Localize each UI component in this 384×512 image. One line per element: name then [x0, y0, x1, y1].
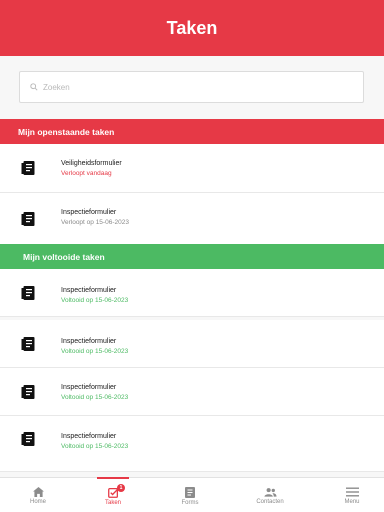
nav-label: Forms [181, 500, 199, 506]
document-icon [21, 161, 35, 175]
nav-label: Contacten [256, 499, 284, 505]
task-row[interactable]: Inspectieformulier Voltooid op 15-06-202… [0, 368, 384, 416]
home-icon [32, 487, 44, 497]
nav-item-home[interactable]: Home [8, 478, 68, 512]
nav-item-tasks[interactable]: 1 Taken [83, 477, 143, 512]
menu-icon [345, 487, 359, 497]
task-row[interactable]: Inspectieformulier Verloopt op 15-06-202… [0, 193, 384, 244]
section-title: Mijn voltooide taken [23, 251, 105, 262]
section-title: Mijn openstaande taken [18, 126, 115, 137]
task-status: Verloopt op 15-06-2023 [61, 219, 129, 226]
page-title: Taken [166, 17, 218, 38]
nav-item-menu[interactable]: Menu [322, 478, 382, 512]
nav-label: Menu [344, 499, 360, 505]
search-icon [30, 83, 38, 91]
task-name: Inspectieformulier [61, 287, 117, 294]
task-status: Voltooid op 15-06-2023 [61, 348, 129, 355]
task-name: Veiligheidsformulier [61, 160, 122, 167]
document-icon [21, 285, 35, 300]
app-header: Taken [0, 0, 384, 56]
task-status: Verloopt vandaag [61, 170, 112, 177]
task-name: Inspectieformulier [61, 433, 117, 440]
task-row[interactable]: Inspectieformulier Voltooid op 15-06-202… [0, 416, 384, 472]
search-area [0, 56, 384, 119]
notification-badge: 1 [117, 484, 125, 492]
active-tab-indicator [97, 477, 129, 479]
task-name: Inspectieformulier [61, 338, 117, 345]
nav-item-contacts[interactable]: Contacten [240, 478, 300, 512]
search-input[interactable] [43, 82, 333, 92]
document-icon [21, 336, 35, 351]
bottom-navigation: Home 1 Taken Forms Contacten Menu [0, 477, 384, 512]
task-status: Voltooid op 15-06-2023 [61, 394, 129, 401]
contacts-icon [263, 488, 277, 497]
document-icon [21, 211, 35, 226]
section-header-open-tasks: Mijn openstaande taken [0, 119, 384, 144]
document-icon [21, 431, 35, 446]
task-status: Voltooid op 15-06-2023 [61, 443, 129, 450]
search-box[interactable] [19, 71, 364, 103]
task-status: Voltooid op 15-06-2023 [61, 297, 129, 304]
nav-label: Taken [104, 500, 121, 506]
task-row[interactable]: Veiligheidsformulier Verloopt vandaag [0, 144, 384, 193]
nav-item-forms[interactable]: Forms [160, 478, 220, 512]
task-row[interactable]: Inspectieformulier Voltooid op 15-06-202… [0, 269, 384, 317]
nav-label: Home [29, 499, 46, 505]
forms-icon [185, 487, 195, 498]
document-icon [21, 384, 35, 399]
section-header-completed-tasks: Mijn voltooide taken [0, 244, 384, 269]
task-row[interactable]: Inspectieformulier Voltooid op 15-06-202… [0, 320, 384, 368]
task-name: Inspectieformulier [61, 384, 117, 391]
task-name: Inspectieformulier [61, 209, 117, 216]
